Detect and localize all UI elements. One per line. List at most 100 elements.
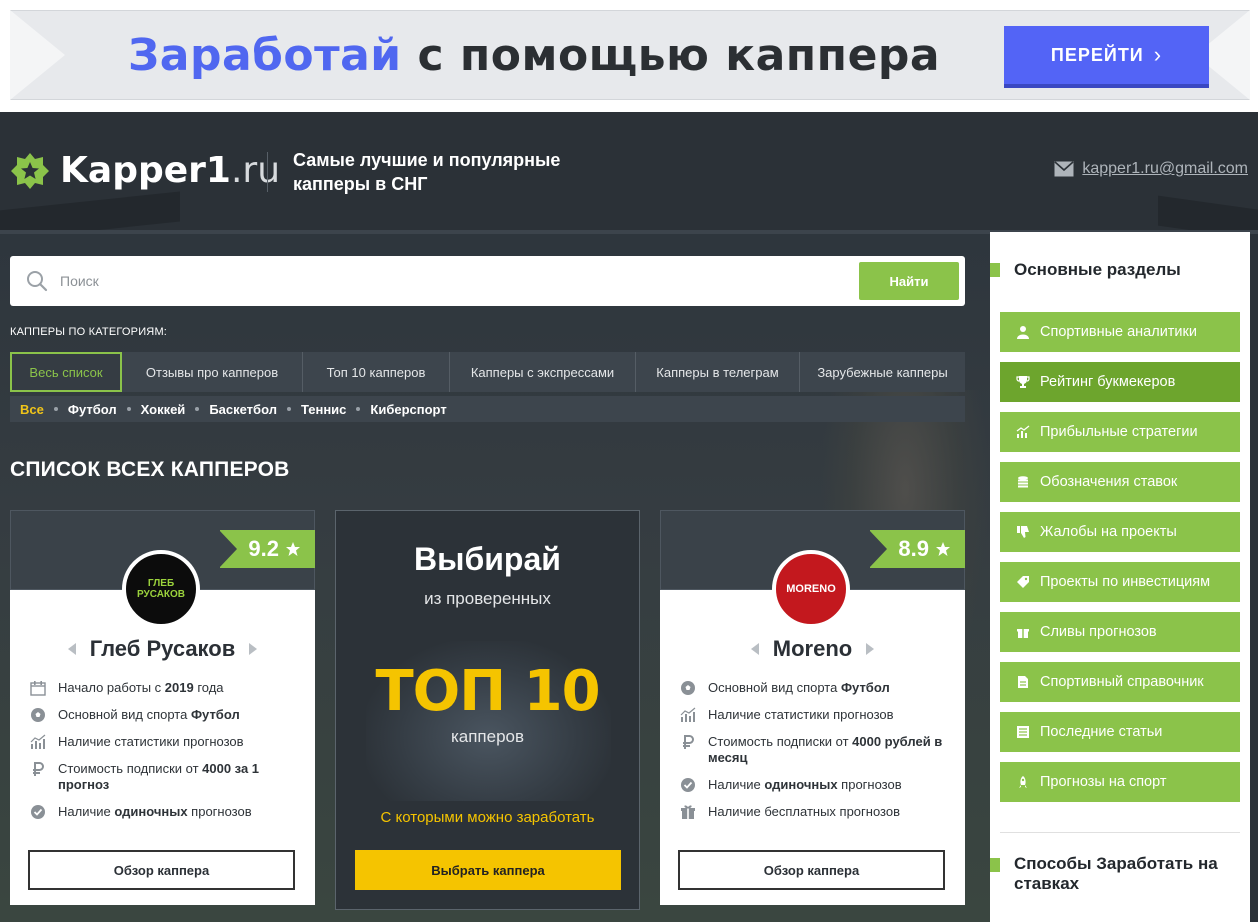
kapper-review-button[interactable]: Обзор каппера [28,850,295,890]
sidebar-title: Основные разделы [990,260,1181,280]
sport-filter-tennis[interactable]: Теннис [301,402,346,417]
sport-filter-all[interactable]: Все [20,402,44,417]
sidebar-item-investments[interactable]: Проекты по инвестициям [1000,562,1240,602]
chevron-right-icon: › [1153,42,1163,67]
logo-star-icon [11,152,49,189]
ad-banner[interactable]: Заработай с помощью каппера ПЕРЕЙТИ › [0,0,1258,112]
sidebar: Основные разделы Спортивные аналитики Ре… [990,232,1250,922]
search-input[interactable] [60,266,840,296]
soccer-ball-icon [681,681,695,695]
sport-filter-basketball[interactable]: Баскетбол [209,402,277,417]
rating-value: 9.2 [248,536,279,561]
rating-badge: 9.2 [219,530,315,568]
list-icon [1017,726,1029,738]
separator-dot [53,407,58,411]
prev-arrow-icon[interactable] [67,643,76,655]
sidebar-item-bet-notation[interactable]: Обозначения ставок [1000,462,1240,502]
sidebar-item-predictions[interactable]: Прогнозы на спорт [1000,762,1240,802]
thumbs-down-icon [1017,526,1029,538]
soccer-ball-icon [31,708,45,722]
tab-telegram[interactable]: Капперы в телеграм [636,352,800,392]
feature-item: Основной вид спорта Футбол [680,680,950,696]
kapper-card: 8.9 MORENO Moreno Основной вид спорта Фу… [660,510,965,905]
site-tagline: Самые лучшие и популярные капперы в СНГ [293,150,561,194]
promo-kappers: капперов [450,727,525,746]
sidebar-item-label: Сливы прогнозов [1040,624,1157,640]
trophy-icon [1016,376,1030,388]
promo-title: Выбирай [414,541,561,577]
header-separator [267,152,268,192]
kapper-card: 9.2 ГЛЕБ РУСАКОВ Глеб Русаков Начало раб… [10,510,315,905]
feature-list: Основной вид спорта Футбол Наличие стати… [680,680,950,831]
next-arrow-icon[interactable] [249,643,258,655]
separator-dot [356,407,361,411]
calendar-icon [30,681,46,696]
tab-foreign[interactable]: Зарубежные капперы [800,352,965,392]
feature-text: Наличие статистики прогнозов [58,734,244,749]
sidebar-item-label: Рейтинг букмекеров [1040,374,1176,390]
gift-icon [681,805,695,819]
sidebar-item-label: Спортивные аналитики [1040,324,1197,340]
sport-filter-esports[interactable]: Киберспорт [370,402,446,417]
feature-item: Наличие бесплатных прогнозов [680,804,950,820]
tab-all-list[interactable]: Весь список [10,352,122,392]
sidebar-item-analysts[interactable]: Спортивные аналитики [1000,312,1240,352]
sidebar-item-label: Спортивный справочник [1040,674,1204,690]
sport-filter: Все Футбол Хоккей Баскетбол Теннис Кибер… [10,396,965,422]
chart-icon [1016,425,1030,438]
banner-decoration-left [10,10,65,100]
sidebar-item-articles[interactable]: Последние статьи [1000,712,1240,752]
search-bar: Найти [10,256,965,306]
sidebar-item-leaks[interactable]: Сливы прогнозов [1000,612,1240,652]
sidebar-item-label: Обозначения ставок [1040,474,1178,490]
avatar[interactable]: MORENO [772,550,850,628]
sidebar-divider [1000,832,1240,833]
header-decoration-right [1158,195,1258,232]
feature-text: Стоимость подписки от 4000 рублей в меся… [708,734,943,765]
feature-text: Наличие бесплатных прогнозов [708,804,900,819]
tab-reviews[interactable]: Отзывы про капперов [122,352,303,392]
feature-text: Наличие статистики прогнозов [708,707,894,722]
coins-icon [1018,476,1028,488]
sidebar-item-bookmaker-rating[interactable]: Рейтинг букмекеров [1000,362,1240,402]
sidebar-item-label: Последние статьи [1040,724,1163,740]
rating-value: 8.9 [898,536,929,561]
feature-item: Наличие одиночных прогнозов [680,777,950,793]
sidebar-item-complaints[interactable]: Жалобы на проекты [1000,512,1240,552]
check-circle-icon [681,778,695,792]
mail-icon [1054,161,1074,177]
sport-filter-football[interactable]: Футбол [68,402,117,417]
ruble-icon [683,735,694,749]
sidebar-title-marker [990,263,1000,277]
sidebar-menu: Спортивные аналитики Рейтинг букмекеров … [1000,312,1240,812]
top10-promo-card: Выбирай из проверенных ТОП 10 капперов С… [335,510,640,910]
stats-icon [680,707,696,722]
tab-express[interactable]: Капперы с экспрессами [450,352,636,392]
sidebar-item-strategies[interactable]: Прибыльные стратегии [1000,412,1240,452]
sidebar-item-reference[interactable]: Спортивный справочник [1000,662,1240,702]
header-decoration-left [0,191,180,232]
star-icon [286,542,300,556]
feature-list: Начало работы с 2019 года Основной вид с… [30,680,300,831]
kapper-name[interactable]: Глеб Русаков [90,636,236,662]
choose-kapper-button[interactable]: Выбрать каппера [355,850,621,890]
tab-top-10[interactable]: Топ 10 капперов [303,352,450,392]
banner-go-button[interactable]: ПЕРЕЙТИ › [1004,26,1209,84]
sport-filter-hockey[interactable]: Хоккей [141,402,186,417]
contact-email-link[interactable]: kapper1.ru@gmail.com [1054,160,1248,178]
tag-icon [1017,576,1029,588]
feature-text: Начало работы с 2019 года [58,680,224,695]
sidebar-title-marker [990,858,1000,872]
ruble-icon [33,762,44,776]
site-logo[interactable]: Kapper1.ru [10,150,280,191]
kapper-name[interactable]: Moreno [773,636,852,662]
search-icon [27,271,48,292]
avatar[interactable]: ГЛЕБ РУСАКОВ [122,550,200,628]
next-arrow-icon[interactable] [866,643,875,655]
banner-headline-rest: с помощью каппера [401,30,941,81]
sidebar-title-earn-text: Способы Заработать на ставках [1014,854,1218,893]
prev-arrow-icon[interactable] [750,643,759,655]
kapper-review-button[interactable]: Обзор каппера [678,850,945,890]
feature-text: Стоимость подписки от 4000 за 1 прогноз [58,761,260,792]
search-button[interactable]: Найти [859,262,959,300]
